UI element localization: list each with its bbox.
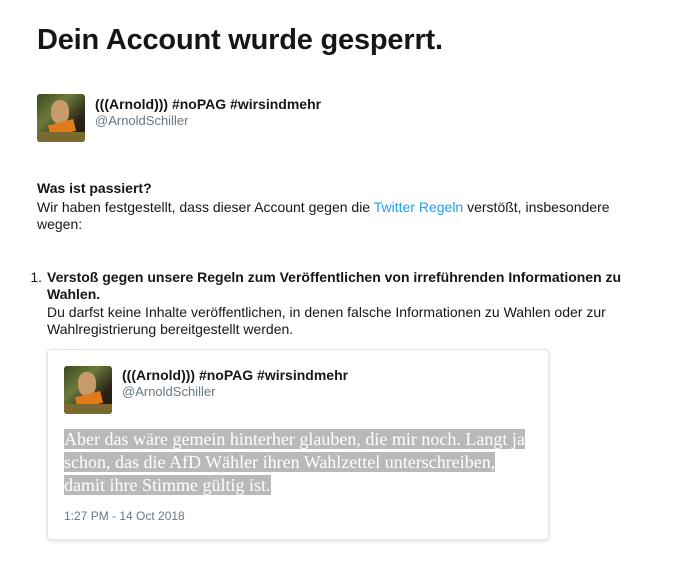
violation-title: Verstoß gegen unsere Regeln zum Veröffen… bbox=[47, 269, 622, 302]
avatar[interactable] bbox=[37, 94, 85, 142]
twitter-rules-link[interactable]: Twitter Regeln bbox=[374, 199, 463, 215]
tweet-timestamp[interactable]: 1:27 PM - 14 Oct 2018 bbox=[64, 508, 185, 524]
embedded-tweet-card[interactable]: (((Arnold))) #noPAG #wirsindmehr @Arnold… bbox=[47, 349, 549, 540]
notice-intro-text-before: Wir haben festgestellt, dass dieser Acco… bbox=[37, 199, 374, 215]
notice-heading: Was ist passiert? bbox=[37, 180, 152, 196]
tweet-display-name[interactable]: (((Arnold))) #noPAG #wirsindmehr bbox=[122, 366, 348, 384]
account-profile: (((Arnold))) #noPAG #wirsindmehr @Arnold… bbox=[37, 94, 657, 144]
account-handle[interactable]: @ArnoldSchiller bbox=[95, 113, 188, 129]
account-display-name[interactable]: (((Arnold))) #noPAG #wirsindmehr bbox=[95, 95, 321, 113]
tweet-handle[interactable]: @ArnoldSchiller bbox=[122, 384, 215, 400]
tweet-avatar-stripe-shape bbox=[64, 404, 112, 414]
tweet-text: Aber das wäre gemein hinterher glauben, … bbox=[64, 428, 534, 497]
avatar-stripe-shape bbox=[37, 132, 85, 142]
tweet-avatar[interactable] bbox=[64, 366, 112, 414]
violation-number: 1. bbox=[30, 269, 42, 285]
tweet-text-highlight: Aber das wäre gemein hinterher glauben, … bbox=[64, 429, 525, 495]
page-title: Dein Account wurde gesperrt. bbox=[37, 24, 443, 56]
violation-description: Du darfst keine Inhalte veröffentlichen,… bbox=[47, 304, 606, 337]
notice-intro: Wir haben festgestellt, dass dieser Acco… bbox=[37, 199, 637, 233]
